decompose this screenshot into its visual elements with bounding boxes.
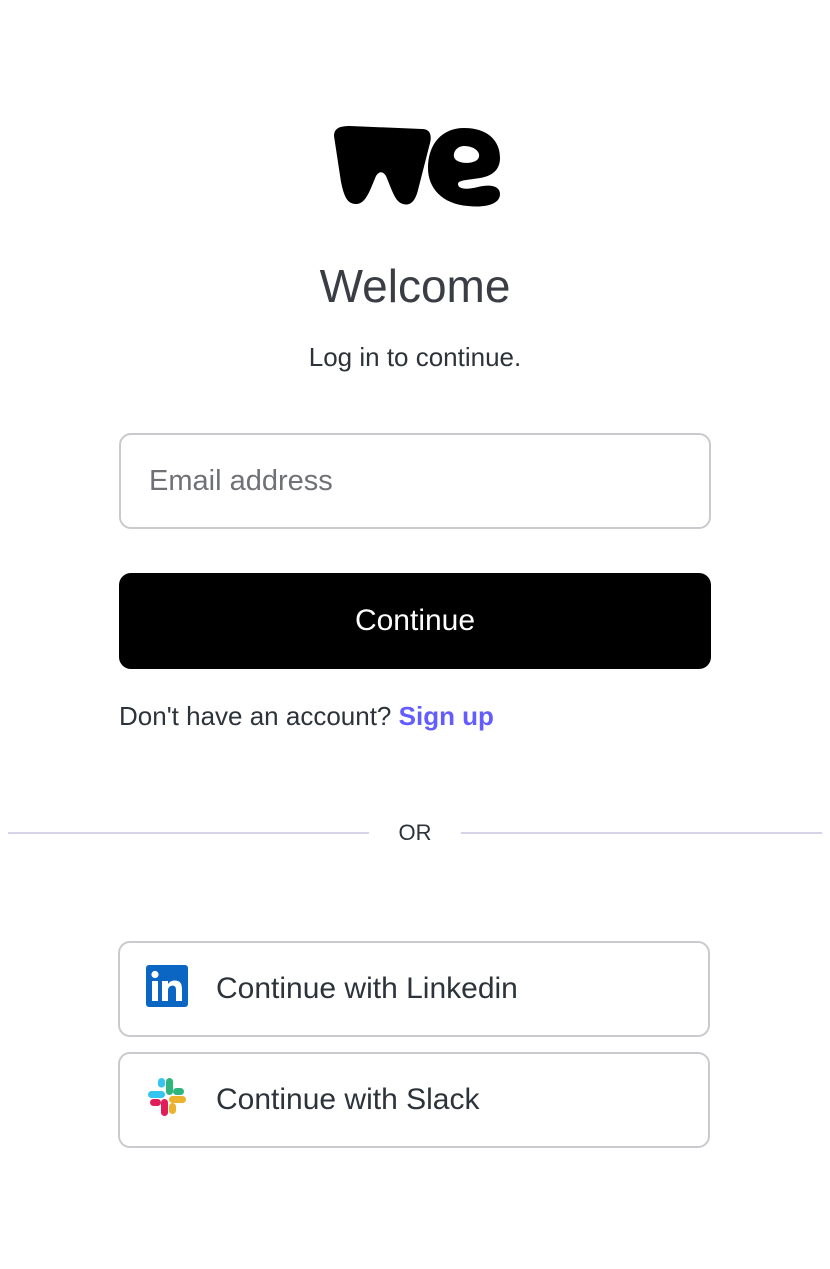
signup-prompt-text: Don't have an account? [119,701,392,731]
signup-link[interactable]: Sign up [399,701,494,731]
divider-line-left [8,832,369,834]
linkedin-icon [146,965,188,1007]
signup-prompt: Don't have an account? Sign up [119,698,494,734]
page-subtitle: Log in to continue. [308,342,522,372]
linkedin-button-label: Continue with Linkedin [216,972,518,1005]
page-title: Welcome [319,260,511,312]
email-field[interactable] [119,433,711,529]
divider-line-right [461,832,822,834]
continue-button[interactable]: Continue [119,573,711,669]
wetransfer-logo-icon [334,126,500,207]
slack-icon [148,1078,186,1116]
continue-with-slack-button[interactable]: Continue with Slack [118,1052,710,1148]
slack-button-label: Continue with Slack [216,1083,480,1116]
divider-label: OR [398,820,432,845]
continue-with-linkedin-button[interactable]: Continue with Linkedin [118,941,710,1037]
